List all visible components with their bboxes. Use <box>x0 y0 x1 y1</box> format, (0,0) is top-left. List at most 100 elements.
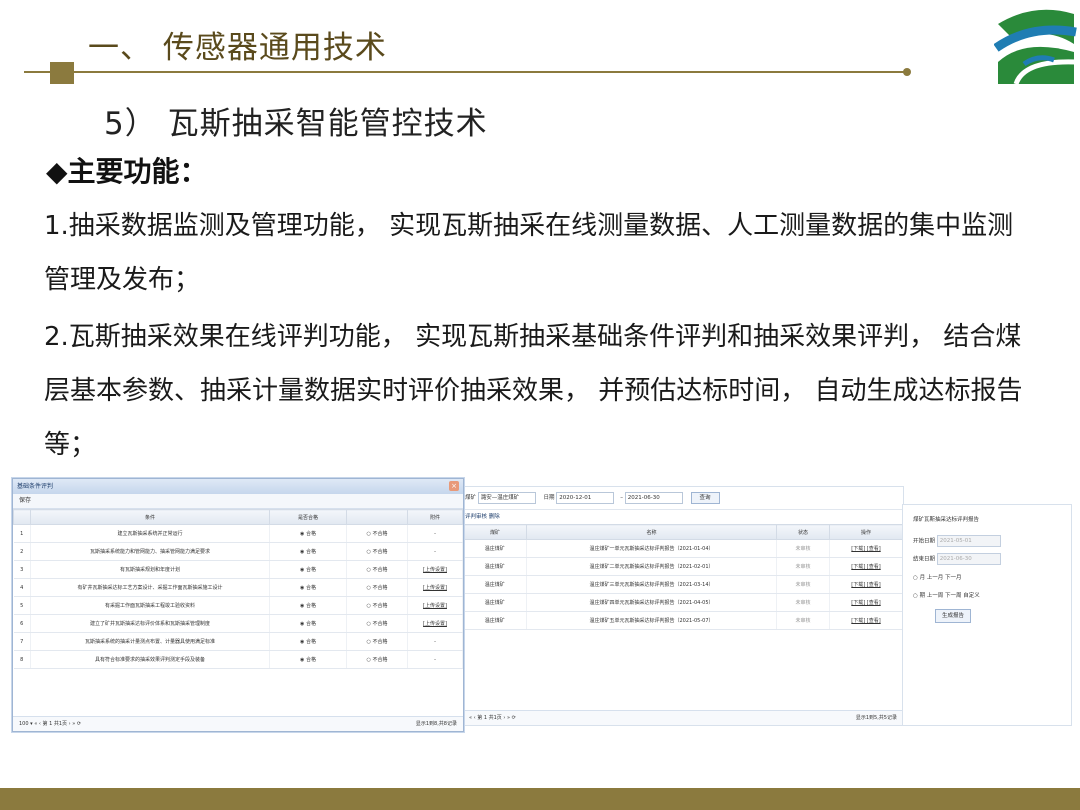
row-status: 未审核 <box>776 593 830 612</box>
dialog-titlebar: 基础条件评判 × <box>13 479 463 494</box>
page-number[interactable]: 1 <box>49 721 52 727</box>
row-actions[interactable]: [下载] [查看] <box>829 593 903 612</box>
row-mine: 温庄煤矿 <box>463 611 527 630</box>
pager-controls[interactable]: 100 ▾ « ‹ 第 1 共1页 › » ⟳ <box>19 717 81 731</box>
row-status: 未审核 <box>776 611 830 630</box>
title-rule <box>24 71 908 73</box>
row-condition: 瓦斯抽采系统的抽采计量测点布置、计量器具使用满足标准 <box>30 632 270 651</box>
query-button[interactable]: 查询 <box>690 491 720 504</box>
row-attachment[interactable]: [上传设置] <box>407 578 463 597</box>
col-attachment: 附件 <box>407 509 463 525</box>
section-subtitle: 5） 瓦斯抽采智能管控技术 <box>104 106 488 142</box>
row-condition: 有采掘工作面瓦斯抽采工程竣工验收资料 <box>30 596 270 615</box>
condition-pager: 100 ▾ « ‹ 第 1 共1页 › » ⟳ 显示1到8,共8记录 <box>13 716 463 731</box>
qualified-radio[interactable]: ◉ 合格 <box>269 524 347 543</box>
unqualified-radio[interactable]: ○ 不合格 <box>346 632 408 651</box>
table-row: 温庄煤矿 温庄煤矿二单元瓦斯抽采达标评判报告（2021-02-01） 未审核 [下载]… <box>463 557 903 576</box>
page-total: 共1页 <box>53 721 68 727</box>
query-bar: 煤矿 潞安—温庄煤矿 日期 2020-12-01– 2021-06-30 查询 <box>463 487 903 510</box>
row-condition: 建立了矿井瓦斯抽采达标评价体系和瓦斯抽采管理制度 <box>30 614 270 633</box>
unqualified-radio[interactable]: ○ 不合格 <box>346 578 408 597</box>
table-row: 8 具有符合标准要求的抽采效果评判测定手段及装备 ◉ 合格 ○ 不合格 - <box>13 650 463 669</box>
unqualified-radio[interactable]: ○ 不合格 <box>346 614 408 633</box>
page-total: 共1页 <box>488 715 502 721</box>
qualified-radio[interactable]: ◉ 合格 <box>269 614 347 633</box>
row-number: 7 <box>13 632 31 651</box>
row-condition: 瓦斯抽采系统能力和管网能力、抽采管网能力满足要求 <box>30 542 270 561</box>
row-report-name: 温庄煤矿二单元瓦斯抽采达标评判报告（2021-02-01） <box>526 557 777 576</box>
condition-table: 条件 是否合格 附件 1 建立瓦斯抽采系统并正常运行 ◉ 合格 ○ 不合格 -2 瓦斯抽采… <box>13 509 463 669</box>
col-condition: 条件 <box>30 509 270 525</box>
col-qualified: 是否合格 <box>269 509 347 525</box>
page-size-select[interactable]: 100 ▾ <box>19 721 33 727</box>
unqualified-radio[interactable]: ○ 不合格 <box>346 524 408 543</box>
end-date-input[interactable]: 2021-06-30 <box>936 553 1001 565</box>
qualified-radio[interactable]: ◉ 合格 <box>269 596 347 615</box>
col-name: 名称 <box>526 524 777 540</box>
date-from-input[interactable]: 2020-12-01 <box>556 491 615 504</box>
qualified-radio[interactable]: ◉ 合格 <box>269 632 347 651</box>
generate-report-button[interactable]: 生成报告 <box>935 609 971 623</box>
period-options[interactable]: ○ 期 上一周 下一周 自定义 <box>913 591 980 599</box>
qualified-radio[interactable]: ◉ 合格 <box>269 650 347 669</box>
row-number: 5 <box>13 596 31 615</box>
row-actions[interactable]: [下载] [查看] <box>829 539 903 558</box>
row-report-name: 温庄煤矿五单元瓦斯抽采达标评判报告（2021-05-07） <box>526 611 777 630</box>
row-actions[interactable]: [下载] [查看] <box>829 557 903 576</box>
mine-label: 煤矿 <box>465 495 477 501</box>
table-row: 6 建立了矿井瓦斯抽采达标评价体系和瓦斯抽采管理制度 ◉ 合格 ○ 不合格 [上传设置] <box>13 614 463 633</box>
table-row: 7 瓦斯抽采系统的抽采计量测点布置、计量器具使用满足标准 ◉ 合格 ○ 不合格 - <box>13 632 463 651</box>
table-row: 温庄煤矿 温庄煤矿三单元瓦斯抽采达标评判报告（2021-03-14） 未审核 [下载]… <box>463 575 903 594</box>
pager-controls[interactable]: « ‹ 第 1 共1页 › » ⟳ <box>469 711 516 725</box>
month-options[interactable]: ○ 月 上一月 下一月 <box>913 573 962 581</box>
row-condition: 有瓦斯抽采规划和年度计划 <box>30 560 270 579</box>
page-number[interactable]: 1 <box>484 715 487 721</box>
unqualified-radio[interactable]: ○ 不合格 <box>346 650 408 669</box>
rule-end-dot <box>903 68 911 76</box>
col-mine: 煤矿 <box>463 524 527 540</box>
qualified-radio[interactable]: ◉ 合格 <box>269 560 347 579</box>
feature-paragraph-1: 1.抽采数据监测及管理功能， 实现瓦斯抽采在线测量数据、人工测量数据的集中监测管… <box>44 211 1014 295</box>
row-attachment: - <box>407 632 463 651</box>
date-label: 日期 <box>543 495 555 501</box>
row-attachment[interactable]: [上传设置] <box>407 560 463 579</box>
row-condition: 有矿井瓦斯抽采达标工艺方案设计、采掘工作面瓦斯抽采施工设计 <box>30 578 270 597</box>
row-mine: 温庄煤矿 <box>463 575 527 594</box>
table-row: 5 有采掘工作面瓦斯抽采工程竣工验收资料 ◉ 合格 ○ 不合格 [上传设置] <box>13 596 463 615</box>
start-date-input[interactable]: 2021-05-01 <box>936 535 1001 547</box>
row-status: 未审核 <box>776 557 830 576</box>
col-unqualified <box>346 509 408 525</box>
report-table: 煤矿 名称 状态 操作 温庄煤矿 温庄煤矿一单元瓦斯抽采达标评判报告（2021-0… <box>463 524 903 630</box>
row-attachment[interactable]: [上传设置] <box>407 596 463 615</box>
report-toolbar[interactable]: 评判审核 删除 <box>463 510 903 524</box>
report-list-panel: 煤矿 潞安—温庄煤矿 日期 2020-12-01– 2021-06-30 查询 … <box>462 486 904 726</box>
date-to-input[interactable]: 2021-06-30 <box>624 491 683 504</box>
save-button[interactable]: 保存 <box>19 497 31 504</box>
slide-title: 一、 传感器通用技术 <box>88 30 387 66</box>
close-icon[interactable]: × <box>449 481 459 491</box>
row-mine: 温庄煤矿 <box>463 539 527 558</box>
diamond-bullet-icon: ◆ <box>46 155 68 188</box>
row-attachment: - <box>407 650 463 669</box>
row-number: 1 <box>13 524 31 543</box>
row-actions[interactable]: [下载] [查看] <box>829 611 903 630</box>
table-row: 3 有瓦斯抽采规划和年度计划 ◉ 合格 ○ 不合格 [上传设置] <box>13 560 463 579</box>
row-mine: 温庄煤矿 <box>463 593 527 612</box>
row-actions[interactable]: [下载] [查看] <box>829 575 903 594</box>
col-status: 状态 <box>776 524 830 540</box>
table-row: 温庄煤矿 温庄煤矿五单元瓦斯抽采达标评判报告（2021-05-07） 未审核 [下载]… <box>463 611 903 630</box>
rule-square <box>50 62 74 84</box>
mine-select[interactable]: 潞安—温庄煤矿 <box>477 491 536 504</box>
condition-dialog: 基础条件评判 × 保存 条件 是否合格 附件 1 建立瓦斯抽采系统并正常运行 ◉ 合… <box>12 478 464 732</box>
report-generator-panel: 煤矿瓦斯抽采达标评判报告 开始日期 2021-05-01 结束日期 2021-0… <box>902 504 1072 726</box>
footer-band <box>0 788 1080 810</box>
qualified-radio[interactable]: ◉ 合格 <box>269 542 347 561</box>
unqualified-radio[interactable]: ○ 不合格 <box>346 542 408 561</box>
row-attachment[interactable]: [上传设置] <box>407 614 463 633</box>
col-no <box>13 509 31 525</box>
table-row: 温庄煤矿 温庄煤矿四单元瓦斯抽采达标评判报告（2021-04-05） 未审核 [下载]… <box>463 593 903 612</box>
unqualified-radio[interactable]: ○ 不合格 <box>346 596 408 615</box>
unqualified-radio[interactable]: ○ 不合格 <box>346 560 408 579</box>
dialog-toolbar: 保存 <box>13 494 463 509</box>
qualified-radio[interactable]: ◉ 合格 <box>269 578 347 597</box>
